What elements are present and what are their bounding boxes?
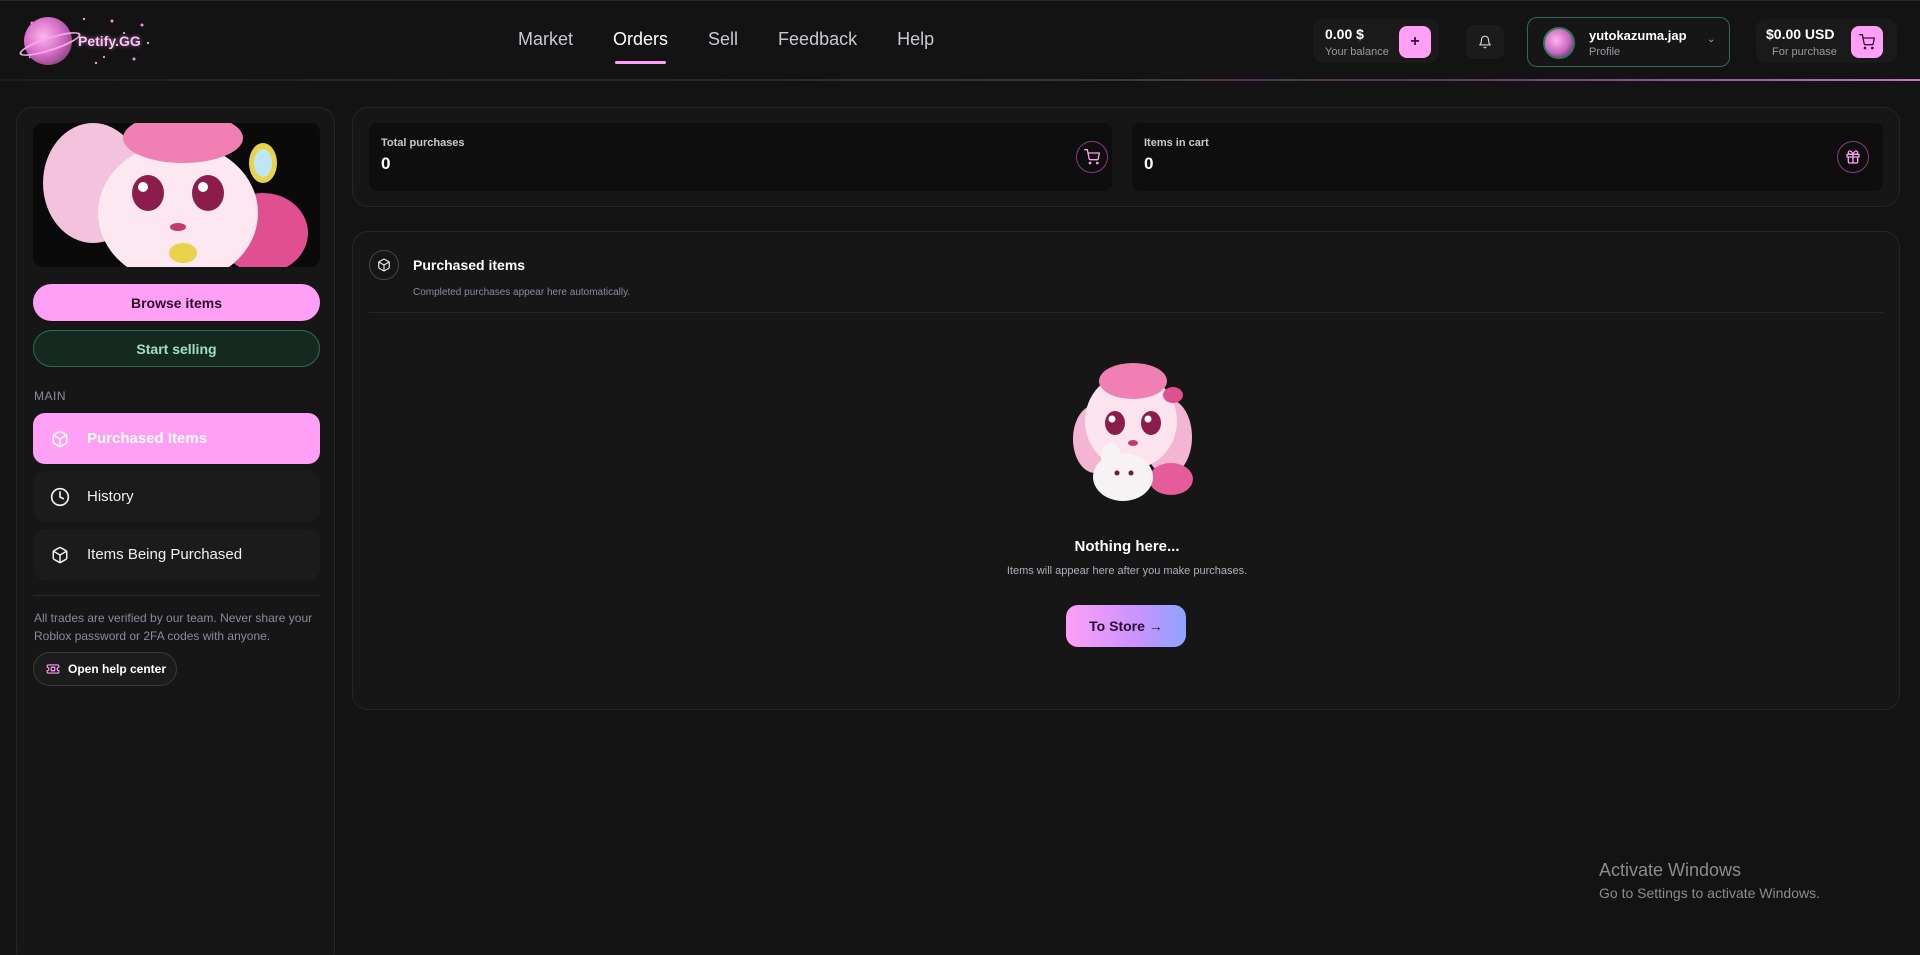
cart-icon bbox=[1859, 34, 1875, 50]
cart-icon bbox=[1076, 141, 1108, 173]
section-label-main: MAIN bbox=[34, 389, 66, 403]
nav-help[interactable]: Help bbox=[897, 29, 934, 50]
sidebar-item-items-being-purchased[interactable]: Items Being Purchased bbox=[33, 529, 320, 580]
notifications-button[interactable] bbox=[1466, 25, 1504, 59]
sidebar-divider bbox=[33, 595, 320, 596]
profile-label: Profile bbox=[1589, 46, 1621, 58]
sidebar-item-history[interactable]: History bbox=[33, 471, 320, 522]
nav-feedback[interactable]: Feedback bbox=[778, 29, 857, 50]
sidebar-item-purchased-items[interactable]: Purchased Items bbox=[33, 413, 320, 464]
balance-amount: 0.00 $ bbox=[1325, 26, 1364, 42]
nav-market[interactable]: Market bbox=[518, 29, 573, 50]
sidebar-item-label: History bbox=[87, 488, 134, 505]
safety-note: All trades are verified by our team. Nev… bbox=[34, 611, 313, 643]
panel-subtitle: Completed purchases appear here automati… bbox=[413, 287, 631, 298]
panel-title: Purchased items bbox=[413, 257, 526, 273]
petify-logo[interactable]: Petify.GG bbox=[24, 13, 154, 69]
top-header: Petify.GG Market Orders Sell Feedback He… bbox=[0, 0, 1920, 81]
sidebar: Browse items Start selling MAIN Purchase… bbox=[16, 107, 335, 955]
stat-label: Total purchases bbox=[381, 137, 465, 149]
cart-widget: $0.00 USD For purchase bbox=[1756, 19, 1897, 63]
add-balance-button[interactable]: + bbox=[1399, 26, 1431, 58]
header-divider bbox=[0, 79, 1920, 81]
sidebar-item-label: Items Being Purchased bbox=[87, 546, 243, 563]
help-center-label: Open help center bbox=[68, 662, 167, 676]
box-icon bbox=[49, 544, 71, 566]
stat-items-in-cart: Items in cart 0 bbox=[1132, 123, 1883, 191]
open-help-center-button[interactable]: Open help center bbox=[33, 652, 177, 686]
planet-logo-icon bbox=[24, 17, 72, 65]
stat-value: 0 bbox=[381, 154, 391, 173]
stat-total-purchases: Total purchases 0 bbox=[369, 123, 1112, 191]
cart-label: For purchase bbox=[1772, 46, 1837, 58]
cart-button[interactable] bbox=[1851, 26, 1883, 58]
stat-label: Items in cart bbox=[1144, 137, 1209, 149]
main-nav: Market Orders Sell Feedback Help bbox=[518, 29, 974, 64]
gift-icon bbox=[1837, 141, 1869, 173]
clock-icon bbox=[49, 486, 71, 508]
start-selling-button[interactable]: Start selling bbox=[33, 330, 320, 367]
ticket-icon bbox=[46, 662, 60, 676]
empty-state-title: Nothing here... bbox=[1074, 538, 1180, 555]
avatar bbox=[1543, 27, 1575, 59]
box-icon bbox=[369, 250, 399, 280]
panel-divider bbox=[369, 312, 1883, 313]
activate-windows-subtitle: Go to Settings to activate Windows. bbox=[1599, 885, 1820, 901]
box-icon bbox=[49, 428, 71, 450]
chevron-down-icon: ⌄ bbox=[1707, 34, 1716, 45]
browse-items-button[interactable]: Browse items bbox=[33, 284, 320, 321]
empty-state-mascot-image bbox=[1073, 363, 1193, 501]
mascot-banner-image bbox=[33, 123, 320, 267]
bell-icon bbox=[1479, 35, 1491, 49]
balance-label: Your balance bbox=[1325, 46, 1389, 58]
nav-orders[interactable]: Orders bbox=[613, 29, 668, 64]
stat-value: 0 bbox=[1144, 154, 1154, 173]
cart-amount: $0.00 USD bbox=[1766, 26, 1835, 42]
empty-state-subtitle: Items will appear here after you make pu… bbox=[1006, 565, 1248, 577]
activate-windows-title: Activate Windows bbox=[1599, 860, 1742, 880]
purchased-items-panel: Purchased items Completed purchases appe… bbox=[352, 231, 1900, 710]
balance-widget: 0.00 $ Your balance + bbox=[1313, 19, 1439, 63]
stats-panel: Total purchases 0 Items in cart 0 bbox=[352, 107, 1900, 207]
sidebar-item-label: Purchased Items bbox=[87, 430, 208, 447]
profile-menu[interactable]: yutokazuma.jap Profile ⌄ bbox=[1527, 17, 1730, 67]
profile-username: yutokazuma.jap bbox=[1589, 28, 1687, 43]
nav-sell[interactable]: Sell bbox=[708, 29, 738, 50]
to-store-button[interactable]: To Store → bbox=[1066, 605, 1186, 647]
